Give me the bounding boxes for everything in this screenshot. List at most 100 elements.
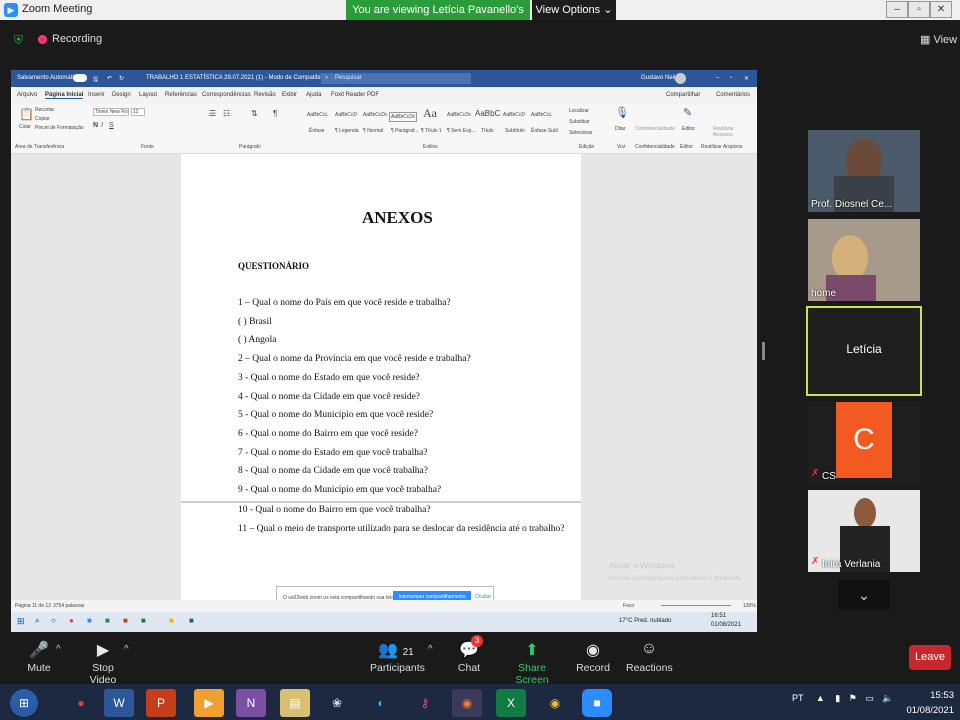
participant-tile[interactable]: home — [808, 219, 920, 301]
search-icon[interactable]: ⌕ — [35, 616, 39, 626]
style-label[interactable]: ¶ Sem Esp... — [447, 128, 476, 134]
onenote-icon[interactable]: N — [236, 689, 266, 717]
numbering-icon[interactable]: ☷ — [223, 109, 230, 118]
cut-button[interactable]: Recortar — [35, 107, 54, 113]
recording-label[interactable]: Recording — [52, 33, 102, 45]
zoom-taskbar-icon[interactable]: ■ — [582, 689, 612, 717]
paste-icon[interactable]: 📋 — [19, 107, 34, 121]
windows-start-icon[interactable]: ⊞ — [10, 689, 38, 717]
zoom-app-icon[interactable]: ■ — [87, 616, 92, 625]
style-label[interactable]: Título — [481, 128, 494, 134]
tab-foxit[interactable]: Foxit Reader PDF — [331, 92, 379, 98]
paste-label[interactable]: Colar — [19, 124, 31, 130]
editor-button[interactable]: Editor — [682, 126, 695, 132]
dictate-button[interactable]: Ditar — [615, 126, 626, 132]
save-icon[interactable]: 🖫 — [93, 75, 98, 85]
powerpoint-icon[interactable]: P — [146, 689, 176, 717]
font-size-select[interactable]: 12 — [131, 108, 145, 116]
microphone-icon[interactable]: 🎙 — [615, 106, 629, 119]
minimize-button[interactable]: – — [886, 1, 908, 18]
tab-arquivo[interactable]: Arquivo — [17, 92, 37, 98]
style-sample[interactable]: AaBbCcL — [307, 112, 328, 118]
word-count[interactable]: 3754 palavras — [53, 603, 84, 609]
style-label[interactable]: Ênfase — [309, 128, 325, 134]
stop-video-button[interactable]: ▶ Stop Video — [78, 640, 128, 686]
excel-icon[interactable]: ■ — [105, 616, 110, 625]
style-label[interactable]: ¶ Parágraf... — [391, 128, 418, 134]
view-button[interactable]: ▦ View — [920, 33, 957, 46]
italic-button[interactable]: I — [101, 122, 103, 129]
zoom-level[interactable]: 130% — [743, 603, 756, 609]
video-options-chevron-icon[interactable]: ^ — [124, 644, 129, 655]
undo-icon[interactable]: ↶ — [107, 75, 112, 82]
view-options-button[interactable]: View Options ⌄ — [532, 0, 616, 20]
windows-start-icon[interactable]: ⊞ — [17, 616, 25, 627]
audio-options-chevron-icon[interactable]: ^ — [56, 644, 61, 655]
autosave-toggle[interactable] — [73, 74, 87, 82]
style-sample[interactable]: AaBbCcDc — [363, 112, 387, 118]
share-word-button[interactable]: Compartilhar — [666, 92, 700, 98]
style-sample[interactable]: AaBbCcD — [503, 112, 525, 118]
style-label[interactable]: ¶ Legenda — [335, 128, 359, 134]
style-sample[interactable]: AaBbCcL — [531, 112, 552, 118]
network-icon[interactable]: ▮ — [835, 693, 840, 703]
select-button[interactable]: Selecionar — [569, 130, 593, 136]
mute-button[interactable]: 🎤 Mute — [22, 640, 56, 674]
participant-tile[interactable]: Prof. Diosnel Ce... — [808, 130, 920, 212]
avatar[interactable] — [675, 73, 686, 84]
style-sample[interactable]: AaBbCcDc — [447, 112, 471, 118]
share-screen-button[interactable]: ⬆ Share Screen — [502, 640, 562, 686]
firefox-icon[interactable]: ◉ — [452, 689, 482, 717]
underline-button[interactable]: S — [109, 122, 114, 129]
zoom-slider[interactable] — [661, 605, 731, 606]
replace-button[interactable]: Substituir — [569, 119, 590, 125]
key-icon[interactable]: ⚷ — [410, 689, 440, 717]
page-count[interactable]: Página 11 de 12 — [15, 603, 51, 609]
panel-resize-handle[interactable] — [762, 342, 765, 360]
editor-icon[interactable]: ✎ — [683, 106, 692, 119]
tab-correspondencias[interactable]: Correspondências — [202, 92, 251, 98]
word-close-icon[interactable]: ✕ — [744, 75, 749, 82]
paragraph-mark-icon[interactable]: ¶ — [273, 109, 277, 118]
taskbar-clock[interactable]: 15:53 01/08/2021 — [898, 688, 954, 718]
sort-icon[interactable]: ⇅ — [251, 109, 258, 118]
word-search-box[interactable]: ⌕ Pesquisar — [321, 73, 471, 84]
flag-icon[interactable]: ⚑ — [849, 693, 857, 703]
shield-icon[interactable]: ⛨ — [14, 33, 23, 48]
participant-tile-active[interactable]: Letícia — [806, 306, 922, 396]
close-button[interactable]: ✕ — [930, 1, 952, 18]
excel-icon[interactable]: X — [496, 689, 526, 717]
tab-revisao[interactable]: Revisão — [254, 92, 276, 98]
document-page[interactable]: ANEXOS QUESTIONÁRIO 1 – Qual o nome do P… — [181, 154, 581, 600]
copy-button[interactable]: Copiar — [35, 116, 50, 122]
comments-button[interactable]: Comentários — [716, 92, 750, 98]
chrome-icon[interactable]: ● — [66, 689, 96, 717]
battery-icon[interactable]: ▭ — [865, 693, 874, 703]
media-player-icon[interactable]: ▶ — [194, 689, 224, 717]
participant-tile[interactable]: C ✗ CS — [808, 402, 920, 484]
style-label[interactable]: ¶ Normal — [363, 128, 383, 134]
style-sample[interactable]: Aa — [423, 106, 437, 121]
style-sample[interactable]: AaBbC — [475, 109, 500, 118]
powerpoint-icon[interactable]: ■ — [123, 616, 128, 625]
bullets-icon[interactable]: ☰ — [209, 109, 216, 118]
style-label[interactable]: ¶ Título 1 — [421, 128, 442, 134]
chrome-icon[interactable]: ● — [69, 616, 74, 625]
format-painter-button[interactable]: Pincel de Formatação — [35, 125, 84, 131]
style-label[interactable]: Ênfase Sutil — [531, 128, 558, 134]
reactions-button[interactable]: ☺ Reactions — [626, 640, 673, 674]
tab-design[interactable]: Design — [112, 92, 131, 98]
record-button[interactable]: ◉ Record — [576, 640, 610, 674]
edge-icon[interactable]: ◐ — [366, 689, 396, 717]
file-explorer-icon[interactable]: ▤ — [280, 689, 310, 717]
style-sample-selected[interactable]: AaBbCcDc — [389, 112, 418, 122]
participants-options-chevron-icon[interactable]: ^ — [428, 644, 433, 655]
film-reel-icon[interactable]: ❀ — [322, 689, 352, 717]
style-label[interactable]: Subtítulo — [505, 128, 525, 134]
word-minimize-icon[interactable]: – — [716, 75, 719, 81]
word-maximize-icon[interactable]: ▫ — [730, 75, 732, 81]
tab-layout[interactable]: Layout — [139, 92, 157, 98]
redo-icon[interactable]: ↻ — [119, 75, 124, 82]
chrome-canary-icon[interactable]: ◉ — [540, 689, 570, 717]
participants-button[interactable]: 👥 21 Participants — [370, 640, 425, 674]
